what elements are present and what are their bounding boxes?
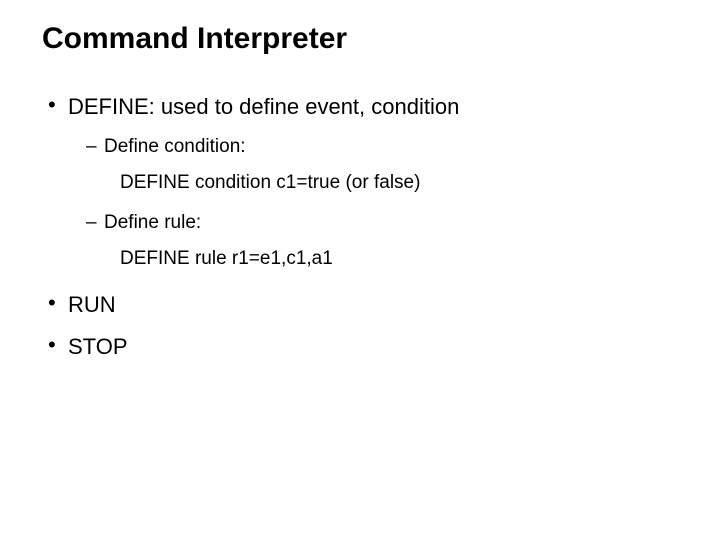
bullet-define-condition: Define condition: xyxy=(42,136,678,158)
slide: Command Interpreter DEFINE: used to defi… xyxy=(0,0,720,398)
bullet-define-condition-code: DEFINE condition c1=true (or false) xyxy=(42,172,678,194)
slide-title: Command Interpreter xyxy=(42,22,678,56)
bullet-run: RUN xyxy=(42,292,678,318)
bullet-define: DEFINE: used to define event, condition xyxy=(42,94,678,120)
bullet-define-rule: Define rule: xyxy=(42,212,678,234)
bullet-stop: STOP xyxy=(42,334,678,360)
bullet-define-rule-code: DEFINE rule r1=e1,c1,a1 xyxy=(42,248,678,270)
